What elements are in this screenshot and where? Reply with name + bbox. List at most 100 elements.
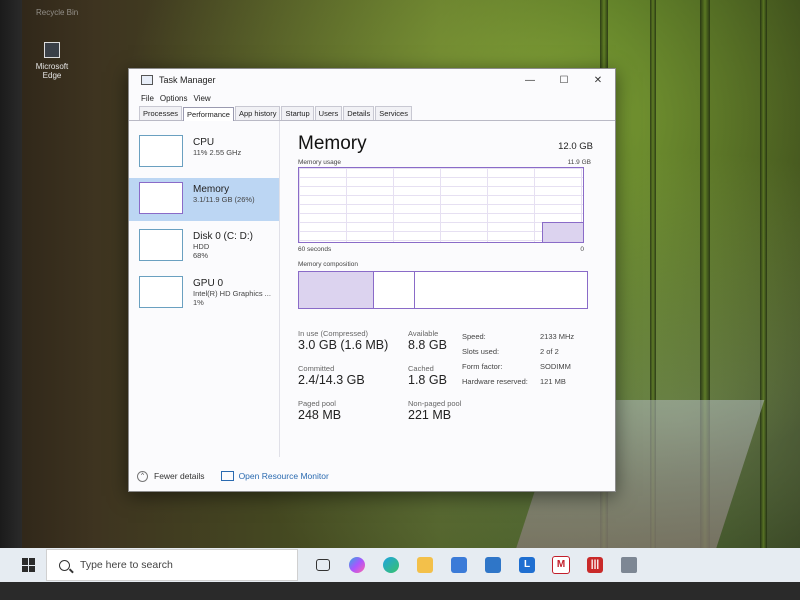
paged-pool-value: 248 MB (298, 408, 342, 422)
composition-modified (374, 272, 415, 308)
open-resource-monitor-label: Open Resource Monitor (238, 471, 329, 481)
search-icon (59, 559, 70, 571)
menu-bar: File Options View (129, 91, 615, 105)
close-button[interactable]: ✕ (581, 75, 615, 86)
available-value: 8.8 GB (408, 338, 447, 352)
task-view-button[interactable] (306, 548, 340, 582)
title-bar[interactable]: Task Manager — ☐ ✕ (129, 69, 615, 91)
time-axis-start: 60 seconds (298, 246, 332, 253)
menu-view[interactable]: View (193, 94, 210, 103)
edge-shortcut-label: Microsoft Edge (35, 62, 69, 80)
task-manager-icon (141, 75, 153, 85)
menu-file[interactable]: File (141, 94, 154, 103)
recycle-bin-label[interactable]: Recycle Bin (36, 8, 78, 17)
tab-details[interactable]: Details (343, 106, 375, 120)
taskbar-search-box[interactable]: Type here to search (46, 549, 298, 581)
resource-detail: 11% 2.55 GHz (193, 148, 242, 157)
resource-name: GPU 0 (193, 278, 224, 289)
resource-name: Memory (193, 184, 230, 195)
resource-cpu[interactable]: CPU 11% 2.55 GHz (129, 131, 279, 174)
copilot-icon (349, 557, 365, 573)
memory-total: 12.0 GB (558, 141, 593, 152)
resource-detail: Intel(R) HD Graphics ... (193, 289, 271, 298)
cached-label: Cached (408, 364, 434, 373)
non-paged-pool-label: Non-paged pool (408, 399, 462, 408)
usage-graph-max: 11.9 GB (567, 159, 591, 166)
maximize-button[interactable]: ☐ (547, 75, 581, 86)
memory-usage-graph (298, 167, 584, 243)
mail-icon (485, 557, 501, 573)
mail-button[interactable] (476, 548, 510, 582)
detail-value: 2 of 2 (540, 347, 559, 356)
resource-detail: 3.1/11.9 GB (26%) (193, 195, 255, 204)
window-title: Task Manager (159, 75, 216, 85)
task-manager-taskbar-icon (621, 557, 637, 573)
edge-desktop-shortcut[interactable]: Microsoft Edge (30, 42, 74, 80)
detail-value: 121 MB (540, 377, 566, 386)
copilot-button[interactable] (340, 548, 374, 582)
resource-percent: 1% (193, 298, 204, 307)
resource-name: Disk 0 (C: D:) (193, 231, 253, 242)
in-use-label: In use (Compressed) (298, 329, 369, 338)
non-paged-pool-value: 221 MB (408, 408, 452, 422)
detail-key: Slots used: (462, 347, 500, 356)
tab-services[interactable]: Services (375, 106, 412, 120)
monitor-bezel (0, 0, 22, 600)
store-button[interactable] (442, 548, 476, 582)
memory-usage-area (542, 221, 583, 242)
tab-processes[interactable]: Processes (139, 106, 183, 120)
committed-value: 2.4/14.3 GB (298, 373, 365, 387)
mcafee-button[interactable]: M (544, 548, 578, 582)
memory-panel: Memory 12.0 GB Memory usage 11.9 GB 60 s… (280, 121, 615, 457)
open-resource-monitor-link[interactable]: Open Resource Monitor (220, 471, 329, 481)
start-button[interactable] (22, 558, 36, 572)
tab-app-history[interactable]: App history (234, 106, 281, 120)
window-footer: ^ Fewer details Open Resource Monitor (129, 461, 615, 491)
time-axis-end: 0 (580, 246, 584, 253)
detail-key: Form factor: (462, 362, 503, 371)
l-app-button[interactable]: L (510, 548, 544, 582)
detail-value: SODIMM (540, 362, 571, 371)
resource-gpu[interactable]: GPU 0 Intel(R) HD Graphics ... 1% (129, 272, 279, 315)
fewer-details-button[interactable]: ^ Fewer details (137, 470, 205, 482)
tab-performance[interactable]: Performance (183, 107, 234, 121)
file-explorer-button[interactable] (408, 548, 442, 582)
paged-pool-label: Paged pool (298, 399, 336, 408)
memory-details: Speed: 2133 MHz Slots used: 2 of 2 Form fa… (462, 329, 574, 434)
memory-mini-graph (139, 182, 183, 214)
detail-key: Hardware reserved: (462, 377, 528, 386)
monitor-bezel-bottom (0, 582, 800, 600)
resource-memory[interactable]: Memory 3.1/11.9 GB (26%) (129, 178, 279, 221)
memory-composition-bar (298, 271, 588, 309)
store-icon (451, 557, 467, 573)
windows-logo-icon (29, 558, 35, 565)
red-app-button[interactable]: ||| (578, 548, 612, 582)
detail-value: 2133 MHz (540, 332, 575, 341)
composition-label: Memory composition (298, 261, 358, 268)
windows-logo-icon (22, 558, 28, 565)
resource-disk[interactable]: Disk 0 (C: D:) HDD 68% (129, 225, 279, 268)
folder-icon (417, 557, 433, 573)
tab-users[interactable]: Users (314, 106, 343, 120)
edge-button[interactable] (374, 548, 408, 582)
tab-startup[interactable]: Startup (281, 106, 314, 120)
windows-logo-icon (29, 565, 35, 572)
resource-detail: HDD (193, 242, 210, 251)
fewer-details-label: Fewer details (154, 471, 205, 481)
resource-name: CPU (193, 137, 215, 148)
gpu-mini-graph (139, 276, 183, 308)
resource-monitor-icon (220, 471, 234, 481)
edge-icon (383, 557, 399, 573)
wallpaper-detail (760, 0, 767, 560)
task-manager-taskbar-button[interactable] (612, 548, 646, 582)
windows-logo-icon (22, 565, 28, 572)
task-view-icon (316, 559, 330, 571)
menu-options[interactable]: Options (160, 94, 188, 103)
red-app-icon: ||| (587, 557, 603, 573)
panel-title: Memory (298, 133, 367, 154)
minimize-button[interactable]: — (513, 75, 547, 86)
cached-value: 1.8 GB (408, 373, 447, 387)
edge-shortcut-icon (44, 42, 60, 58)
available-label: Available (408, 329, 439, 338)
chevron-up-icon: ^ (137, 470, 148, 482)
